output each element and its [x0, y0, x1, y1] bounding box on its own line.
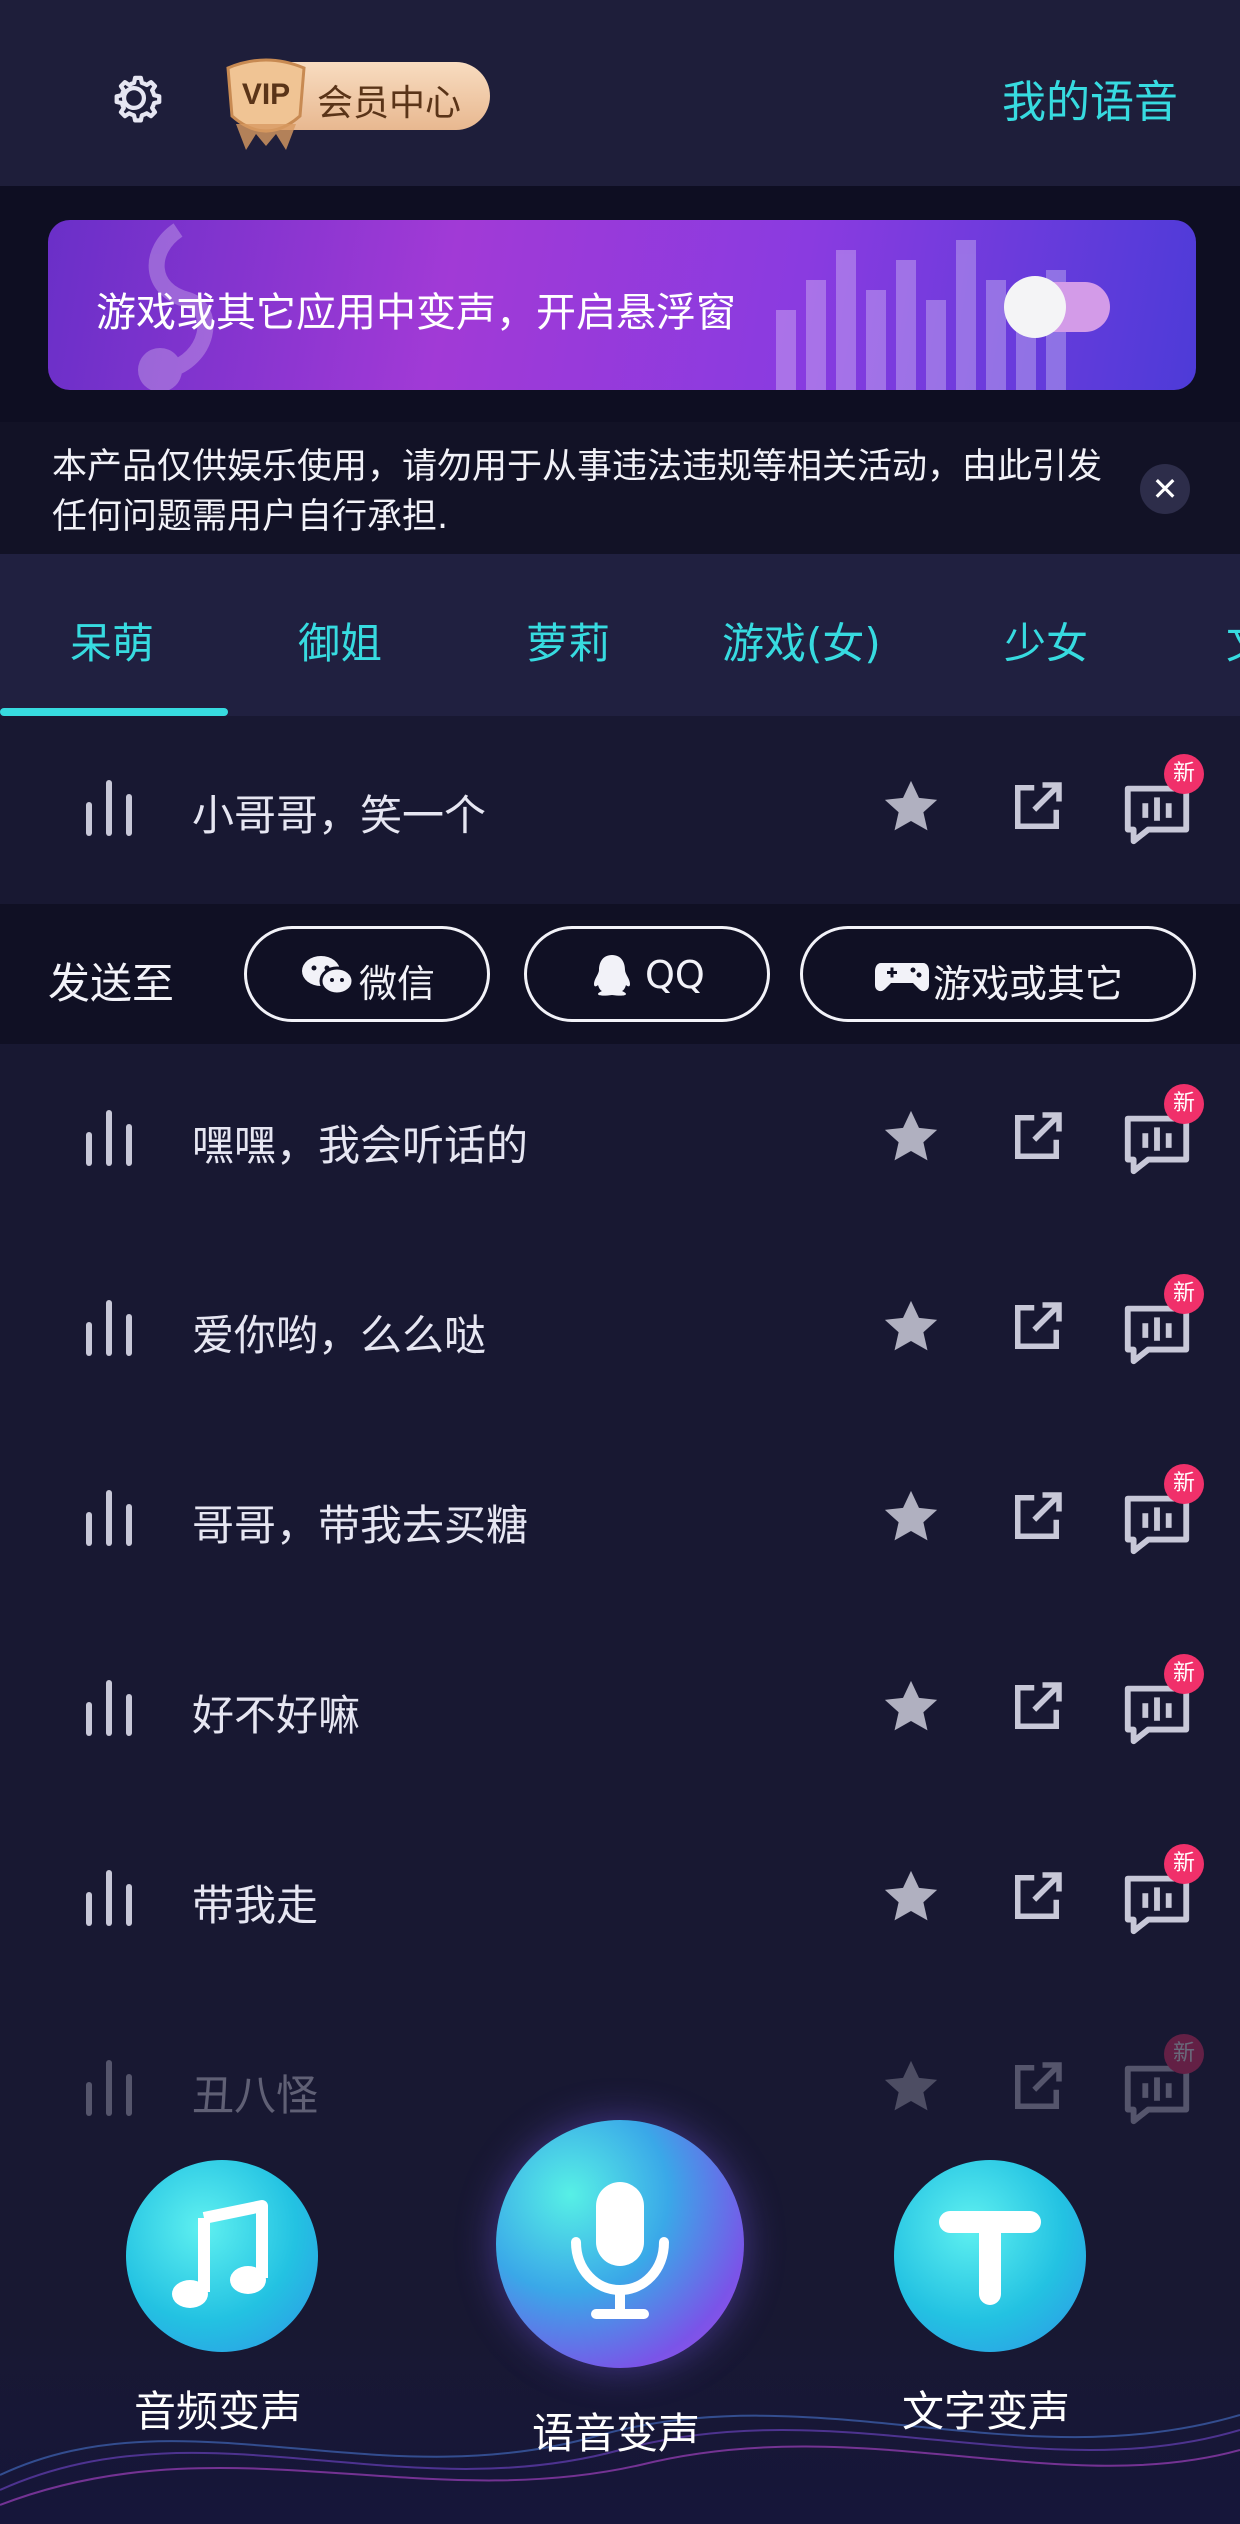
voice-clip-label: 小哥哥，笑一个: [192, 791, 487, 840]
bottom-action-bar: 音频变声 语音变声 文字变声: [0, 2120, 1240, 2524]
tab-yujie[interactable]: 御姐: [298, 610, 382, 671]
gamepad-icon: [875, 963, 929, 992]
voice-clip-label: 哥哥，带我去买糖: [192, 1501, 529, 1550]
share-icon[interactable]: [1004, 1864, 1070, 1930]
music-note-icon: [172, 2200, 268, 2308]
tab-luoli[interactable]: 萝莉: [526, 610, 610, 671]
list-item[interactable]: 嘿嘿，我会听话的 新: [0, 1046, 1240, 1236]
new-badge: 新: [1164, 1844, 1204, 1884]
list-item[interactable]: 好不好嘛 新: [0, 1616, 1240, 1806]
wechat-label: 微信: [359, 962, 436, 1006]
list-item[interactable]: 小哥哥，笑一个 新: [0, 716, 1240, 906]
voice-clip-label: 带我走: [192, 1881, 319, 1930]
favorite-star-icon[interactable]: [878, 1294, 944, 1360]
voice-clip-label: 丑八怪: [192, 2071, 319, 2120]
new-badge: 新: [1164, 1274, 1204, 1314]
voice-clip-label: 好不好嘛: [192, 1691, 361, 1740]
favorite-star-icon[interactable]: [878, 2054, 944, 2120]
tab-more[interactable]: 文: [1226, 610, 1240, 671]
send-to-label: 发送至: [48, 959, 175, 1008]
voice-clip-label: 爱你哟，么么哒: [192, 1311, 487, 1360]
sound-wave-icon: [86, 1870, 132, 1926]
gear-icon[interactable]: [100, 64, 168, 132]
new-badge: 新: [1164, 1084, 1204, 1124]
list-item[interactable]: 哥哥，带我去买糖 新: [0, 1426, 1240, 1616]
favorite-star-icon[interactable]: [878, 1674, 944, 1740]
tab-shaonv[interactable]: 少女: [1004, 610, 1088, 671]
voice-clip-label: 嘿嘿，我会听话的: [192, 1121, 529, 1170]
voice-changer-label: 语音变声: [532, 2409, 701, 2458]
share-icon[interactable]: [1004, 1294, 1070, 1360]
send-wechat-button[interactable]: 微信: [244, 926, 490, 1022]
new-badge: 新: [1164, 2034, 1204, 2074]
disclaimer-notice: 本产品仅供娱乐使用，请勿用于从事违法违规等相关活动，由此引发任何问题需用户自行承…: [0, 422, 1240, 554]
share-icon[interactable]: [1004, 774, 1070, 840]
vip-center-label: 会员中心: [317, 83, 462, 124]
sound-wave-icon: [86, 780, 132, 836]
favorite-star-icon[interactable]: [878, 1864, 944, 1930]
voice-changer-button[interactable]: [496, 2120, 744, 2368]
new-badge: 新: [1164, 754, 1204, 794]
audio-changer-label: 音频变声: [134, 2387, 303, 2436]
top-header: VIP 会员中心 我的语音: [0, 0, 1240, 186]
list-item[interactable]: 带我走 新: [0, 1806, 1240, 1996]
share-icon[interactable]: [1004, 1484, 1070, 1550]
favorite-star-icon[interactable]: [878, 1104, 944, 1170]
share-icon[interactable]: [1004, 1104, 1070, 1170]
send-qq-button[interactable]: QQ: [524, 926, 770, 1022]
sound-wave-icon: [86, 1300, 132, 1356]
list-item[interactable]: 爱你哟，么么哒 新: [0, 1236, 1240, 1426]
category-tabs: 呆萌 御姐 萝莉 游戏(女) 少女 文: [0, 554, 1240, 716]
tab-daimeng[interactable]: 呆萌: [70, 610, 154, 671]
tab-active-indicator: [0, 708, 228, 716]
vip-shield-icon: VIP: [226, 58, 306, 150]
qq-penguin-icon: [594, 955, 630, 996]
sound-wave-icon: [86, 1110, 132, 1166]
disclaimer-text: 本产品仅供娱乐使用，请勿用于从事违法违规等相关活动，由此引发任何问题需用户自行承…: [52, 447, 1103, 537]
sound-wave-icon: [86, 1680, 132, 1736]
banner-text: 游戏或其它应用中变声，开启悬浮窗: [96, 290, 736, 336]
svg-text:VIP: VIP: [242, 78, 290, 111]
my-voice-link[interactable]: 我的语音: [1002, 66, 1178, 130]
new-badge: 新: [1164, 1464, 1204, 1504]
sound-wave-icon: [86, 2060, 132, 2116]
floating-window-toggle[interactable]: [1004, 276, 1110, 338]
send-games-button[interactable]: 游戏或其它: [800, 926, 1196, 1022]
games-label: 游戏或其它: [933, 962, 1124, 1006]
toggle-knob: [1004, 276, 1066, 338]
close-icon[interactable]: ✕: [1140, 464, 1190, 514]
sound-wave-icon: [86, 1490, 132, 1546]
favorite-star-icon[interactable]: [878, 1484, 944, 1550]
share-icon[interactable]: [1004, 2054, 1070, 2120]
qq-label: QQ: [645, 953, 705, 997]
new-badge: 新: [1164, 1654, 1204, 1694]
vip-center-button[interactable]: VIP 会员中心: [222, 54, 490, 150]
microphone-icon: [571, 2182, 669, 2319]
favorite-star-icon[interactable]: [878, 774, 944, 840]
text-t-icon: [939, 2211, 1041, 2305]
wechat-icon: [302, 956, 355, 996]
tab-game-female[interactable]: 游戏(女): [722, 610, 881, 671]
text-changer-label: 文字变声: [902, 2387, 1071, 2436]
voice-changer-screen: VIP 会员中心 我的语音 游戏或其它应用中变声，开启悬浮窗 本产品仅供娱乐使用…: [0, 0, 1240, 2524]
text-changer-button[interactable]: [894, 2160, 1086, 2352]
share-icon[interactable]: [1004, 1674, 1070, 1740]
send-to-bar: 发送至 微信 QQ 游戏或其它: [0, 904, 1240, 1044]
floating-window-banner: 游戏或其它应用中变声，开启悬浮窗: [0, 186, 1240, 422]
banner-card[interactable]: 游戏或其它应用中变声，开启悬浮窗: [48, 220, 1196, 390]
audio-changer-button[interactable]: [126, 2160, 318, 2352]
